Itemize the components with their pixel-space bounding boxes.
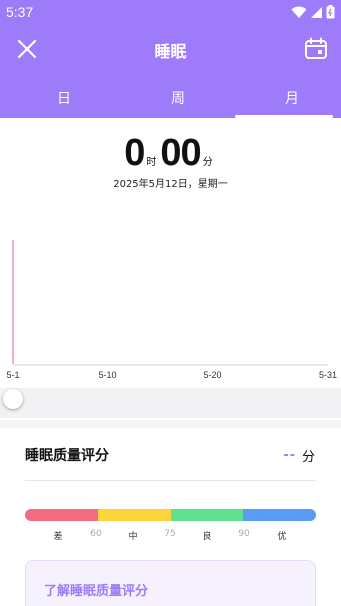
page-title: 睡眠 bbox=[154, 42, 187, 61]
tab-day[interactable]: 日 bbox=[34, 88, 94, 108]
sleep-duration: 0 时 00 分 bbox=[0, 132, 341, 175]
level-label-excellent: 优 bbox=[277, 532, 287, 542]
score-unit: 分 bbox=[301, 450, 315, 465]
hours-unit: 时 bbox=[146, 157, 157, 168]
status-bar: 5:37 bbox=[0, 0, 341, 24]
signal-icon bbox=[311, 6, 322, 18]
level-label-poor: 差 bbox=[53, 532, 63, 542]
tab-month[interactable]: 月 bbox=[262, 88, 322, 108]
x-tick-label: 5-1 bbox=[6, 370, 19, 380]
minutes-unit: 分 bbox=[202, 157, 213, 168]
x-tick-label: 5-20 bbox=[203, 370, 221, 380]
chart-scroll-handle[interactable] bbox=[3, 389, 23, 409]
x-tick-label: 5-10 bbox=[98, 370, 116, 380]
threshold-60: 60 bbox=[90, 529, 102, 539]
level-label-fair: 中 bbox=[128, 532, 138, 542]
chart-scroll-track[interactable] bbox=[0, 388, 341, 418]
x-tick-label: 5-31 bbox=[319, 370, 337, 380]
quality-title: 睡眠质量评分 bbox=[25, 448, 109, 464]
quality-scale-bar bbox=[25, 509, 316, 521]
threshold-90: 90 bbox=[238, 529, 250, 539]
scale-segment-good bbox=[170, 509, 244, 521]
sleep-chart[interactable]: 5-1 5-10 5-20 5-31 bbox=[0, 198, 341, 420]
sleep-summary: 0 时 00 分 2025年5月12日，星期一 bbox=[0, 118, 341, 198]
tab-week[interactable]: 周 bbox=[148, 88, 208, 108]
duration-hours: 0 bbox=[124, 132, 145, 174]
title-bar: 睡眠 bbox=[0, 28, 341, 68]
scale-segment-fair bbox=[97, 509, 171, 521]
learn-more-button[interactable]: 了解睡眠质量评分 bbox=[25, 560, 316, 606]
duration-minutes: 00 bbox=[160, 132, 201, 174]
period-tabs: 日 周 月 bbox=[0, 80, 341, 118]
wifi-icon bbox=[291, 6, 307, 18]
threshold-75: 75 bbox=[164, 529, 176, 539]
chart-svg: 5-1 5-10 5-20 5-31 bbox=[6, 240, 337, 380]
scale-segment-excellent bbox=[243, 509, 316, 521]
quality-score: -- 分 bbox=[283, 446, 315, 465]
selected-date: 2025年5月12日，星期一 bbox=[113, 179, 228, 190]
divider bbox=[25, 480, 316, 481]
status-time: 5:37 bbox=[6, 4, 34, 20]
level-label-good: 良 bbox=[202, 532, 212, 542]
scale-segment-poor bbox=[25, 509, 98, 521]
score-value: -- bbox=[283, 448, 296, 463]
learn-more-label: 了解睡眠质量评分 bbox=[44, 584, 149, 599]
battery-icon bbox=[326, 5, 335, 19]
calendar-icon[interactable] bbox=[303, 36, 329, 62]
